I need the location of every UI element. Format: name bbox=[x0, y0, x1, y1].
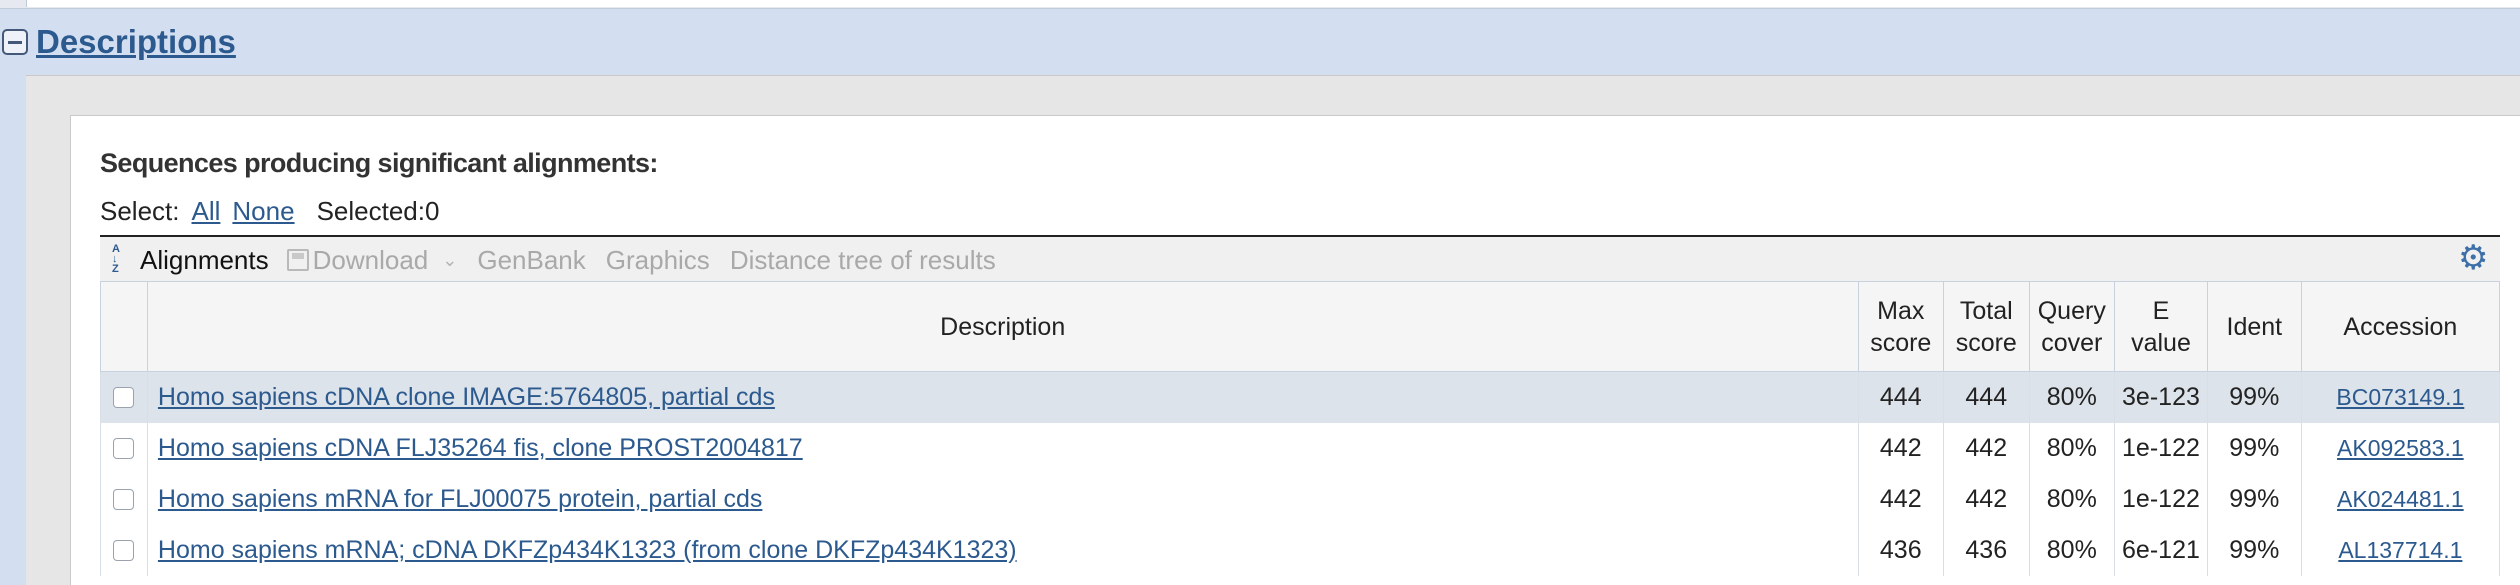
download-button[interactable]: Download bbox=[313, 245, 429, 276]
header-query-cover-line2: cover bbox=[2041, 328, 2103, 357]
row-checkbox-cell bbox=[100, 474, 148, 525]
table-row[interactable]: Homo sapiens cDNA FLJ35264 fis, clone PR… bbox=[100, 423, 2501, 474]
header-e-value-line2: value bbox=[2131, 328, 2191, 357]
max-score-cell: 442 bbox=[1857, 423, 1945, 474]
accession-cell: AL137714.1 bbox=[2300, 525, 2501, 576]
graphics-button[interactable]: Graphics bbox=[606, 245, 710, 276]
header-query-cover[interactable]: Query cover bbox=[2028, 281, 2116, 372]
ident-cell: 99% bbox=[2206, 423, 2302, 474]
description-link[interactable]: Homo sapiens cDNA clone IMAGE:5764805, p… bbox=[158, 383, 775, 411]
description-cell: Homo sapiens cDNA FLJ35264 fis, clone PR… bbox=[146, 423, 1859, 474]
distance-tree-button[interactable]: Distance tree of results bbox=[730, 245, 996, 276]
ident-cell: 99% bbox=[2206, 371, 2302, 423]
header-ident[interactable]: Ident bbox=[2206, 281, 2302, 372]
max-score-cell: 436 bbox=[1857, 525, 1945, 576]
left-rail bbox=[0, 70, 26, 584]
max-score-cell: 444 bbox=[1857, 371, 1945, 423]
max-score-cell: 442 bbox=[1857, 474, 1945, 525]
top-strip bbox=[0, 0, 2520, 9]
select-label: Select: bbox=[100, 196, 180, 226]
query-cover-cell: 80% bbox=[2028, 525, 2116, 576]
query-cover-cell: 80% bbox=[2028, 474, 2116, 525]
row-checkbox[interactable] bbox=[113, 387, 135, 408]
accession-link[interactable]: AK092583.1 bbox=[2337, 435, 2464, 461]
description-link[interactable]: Homo sapiens mRNA; cDNA DKFZp434K1323 (f… bbox=[158, 536, 1017, 564]
ident-cell: 99% bbox=[2206, 474, 2302, 525]
total-score-cell: 436 bbox=[1943, 525, 2030, 576]
accession-cell: BC073149.1 bbox=[2300, 371, 2501, 423]
genbank-button[interactable]: GenBank bbox=[477, 245, 585, 276]
header-e-value[interactable]: Evalue bbox=[2114, 281, 2208, 372]
header-max-score[interactable]: Max score bbox=[1857, 281, 1945, 372]
header-max-score-line1: Max bbox=[1877, 296, 1925, 325]
description-link[interactable]: Homo sapiens cDNA FLJ35264 fis, clone PR… bbox=[158, 434, 803, 462]
row-checkbox[interactable] bbox=[113, 438, 135, 459]
header-query-cover-line1: Query bbox=[2037, 296, 2106, 325]
ident-cell: 99% bbox=[2206, 525, 2302, 576]
table-row[interactable]: Homo sapiens mRNA; cDNA DKFZp434K1323 (f… bbox=[100, 525, 2501, 576]
description-cell: Homo sapiens mRNA; cDNA DKFZp434K1323 (f… bbox=[146, 525, 1859, 576]
alignments-button[interactable]: Alignments bbox=[140, 245, 269, 276]
select-none-link[interactable]: None bbox=[232, 196, 294, 227]
total-score-cell: 444 bbox=[1943, 371, 2030, 423]
disk-icon bbox=[286, 249, 309, 271]
accession-link[interactable]: AL137714.1 bbox=[2338, 537, 2462, 563]
header-total-score-line1: Total bbox=[1959, 296, 2013, 325]
query-cover-cell: 80% bbox=[2028, 371, 2116, 423]
total-score-cell: 442 bbox=[1943, 423, 2030, 474]
chevron-down-icon[interactable]: ⌄ bbox=[442, 250, 457, 271]
e-value-cell: 1e-122 bbox=[2114, 423, 2208, 474]
accession-link[interactable]: BC073149.1 bbox=[2336, 384, 2464, 410]
e-value-cell: 1e-122 bbox=[2114, 474, 2208, 525]
query-cover-cell: 80% bbox=[2028, 423, 2116, 474]
total-score-cell: 442 bbox=[1943, 474, 2030, 525]
row-checkbox[interactable] bbox=[113, 540, 135, 561]
sort-icon[interactable]: A ↓ Z bbox=[112, 244, 132, 276]
row-checkbox-cell bbox=[100, 423, 148, 474]
header-checkbox-cell bbox=[100, 281, 148, 372]
table-header-row: Description Max score Total score Query cov… bbox=[100, 281, 2501, 372]
collapse-icon[interactable] bbox=[2, 29, 28, 55]
results-table: Description Max score Total score Query cov… bbox=[100, 281, 2501, 576]
description-cell: Homo sapiens mRNA for FLJ00075 protein, … bbox=[146, 474, 1859, 525]
row-checkbox-cell bbox=[100, 371, 148, 423]
description-link[interactable]: Homo sapiens mRNA for FLJ00075 protein, … bbox=[158, 485, 762, 513]
header-accession[interactable]: Accession bbox=[2300, 281, 2501, 372]
sequences-heading: Sequences producing significant alignmen… bbox=[100, 148, 658, 178]
select-row: Select: All None Selected:0 bbox=[100, 196, 439, 227]
e-value-cell: 6e-121 bbox=[2114, 525, 2208, 576]
selected-count: Selected:0 bbox=[316, 196, 440, 226]
select-all-link[interactable]: All bbox=[192, 196, 221, 227]
accession-link[interactable]: AK024481.1 bbox=[2337, 486, 2464, 512]
description-cell: Homo sapiens cDNA clone IMAGE:5764805, p… bbox=[146, 371, 1859, 423]
accession-cell: AK024481.1 bbox=[2300, 474, 2501, 525]
header-total-score-line2: score bbox=[1955, 328, 2017, 357]
descriptions-section-header: Descriptions bbox=[0, 14, 2520, 70]
table-row[interactable]: Homo sapiens cDNA clone IMAGE:5764805, p… bbox=[100, 371, 2501, 423]
header-max-score-line2: score bbox=[1870, 328, 1932, 357]
accession-cell: AK092583.1 bbox=[2300, 423, 2501, 474]
gear-icon[interactable]: ⚙ bbox=[2458, 241, 2488, 275]
top-strip-panel bbox=[26, 0, 2520, 7]
e-value-cell: 3e-123 bbox=[2114, 371, 2208, 423]
results-toolbar: A ↓ Z Alignments Download ⌄ GenBank Graphi… bbox=[100, 235, 2500, 283]
row-checkbox-cell bbox=[100, 525, 148, 576]
table-row[interactable]: Homo sapiens mRNA for FLJ00075 protein, … bbox=[100, 474, 2501, 525]
header-total-score[interactable]: Total score bbox=[1943, 281, 2030, 372]
header-description[interactable]: Description bbox=[146, 281, 1859, 372]
header-e-value-line1: E bbox=[2152, 296, 2170, 325]
descriptions-title-link[interactable]: Descriptions bbox=[36, 23, 236, 61]
row-checkbox[interactable] bbox=[113, 489, 135, 510]
